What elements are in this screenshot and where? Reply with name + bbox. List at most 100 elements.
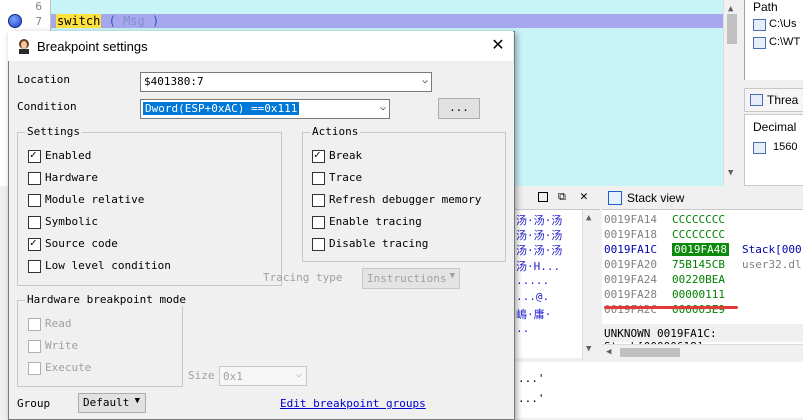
stack-view-header[interactable]: Stack view xyxy=(602,187,803,210)
low-level-condition-label[interactable]: Low level condition xyxy=(45,259,171,272)
refresh-memory-label[interactable]: Refresh debugger memory xyxy=(329,193,481,206)
stack-value: 00000111 xyxy=(672,288,725,301)
enabled-label[interactable]: Enabled xyxy=(45,149,91,162)
dropdown-arrow-icon: ▼ xyxy=(449,271,455,281)
scroll-thumb[interactable] xyxy=(727,14,737,44)
close-button[interactable]: ✕ xyxy=(488,37,508,55)
module-icon xyxy=(753,19,766,31)
path-item[interactable]: C:\WT xyxy=(769,36,800,48)
chevron-down-icon: ⌵ xyxy=(295,369,302,380)
condition-value[interactable]: Dword(ESP+0xAC) ==0x111 xyxy=(143,102,300,115)
threads-list[interactable]: Decimal 1560 xyxy=(744,114,803,186)
execute-label: Execute xyxy=(45,361,92,374)
stack-comment: Stack[000 xyxy=(742,243,802,256)
execute-checkbox[interactable] xyxy=(28,362,41,375)
hardware-label[interactable]: Hardware xyxy=(45,171,98,184)
scroll-down-icon[interactable]: ▼ xyxy=(728,168,733,178)
location-combo[interactable]: $401380:7 ⌵ xyxy=(140,72,432,92)
thread-id[interactable]: 1560 xyxy=(773,141,797,153)
break-checkbox[interactable]: ✓ xyxy=(312,149,325,163)
breakpoint-icon[interactable] xyxy=(8,14,22,28)
disable-tracing-label[interactable]: Disable tracing xyxy=(329,237,428,250)
hex-line: 汤·H... xyxy=(516,260,561,273)
tracing-type-label: Tracing type xyxy=(263,271,343,284)
code-paren: ( xyxy=(108,14,116,28)
ida-logo-icon xyxy=(16,38,32,54)
stack-address: 0019FA20 xyxy=(604,258,657,271)
stack-value: 0019FA48 xyxy=(672,243,729,256)
path-item[interactable]: C:\Us xyxy=(769,18,797,30)
stack-horizontal-scrollbar[interactable]: ◀ xyxy=(602,344,803,361)
stack-address: 0019FA28 xyxy=(604,288,657,301)
stack-value: 00220BEA xyxy=(672,273,725,286)
disable-tracing-checkbox[interactable] xyxy=(312,238,325,251)
enabled-checkbox[interactable]: ✓ xyxy=(28,149,41,163)
stack-value: 000003E9 xyxy=(672,303,725,316)
edit-breakpoint-groups-link[interactable]: Edit breakpoint groups xyxy=(280,397,426,410)
hardware-checkbox[interactable] xyxy=(28,172,41,185)
stack-view-icon xyxy=(608,191,622,205)
output-pane: ...' ...' xyxy=(514,362,803,418)
trace-label[interactable]: Trace xyxy=(329,171,362,184)
break-label[interactable]: Break xyxy=(329,149,362,162)
stack-value: 75B145CB xyxy=(672,258,725,271)
hex-line: ...@. xyxy=(516,290,550,303)
hex-line: 嶋·庸· xyxy=(516,308,552,321)
stack-address: 0019FA14 xyxy=(604,213,657,226)
hex-line: .. xyxy=(516,322,530,335)
scroll-down-icon[interactable]: ▼ xyxy=(586,344,591,354)
tracing-type-value: Instructions xyxy=(367,272,447,285)
scroll-left-icon[interactable]: ◀ xyxy=(606,347,611,357)
stack-address: 0019FA24 xyxy=(604,273,657,286)
read-label: Read xyxy=(45,317,72,330)
chevron-down-icon[interactable]: ⌵ xyxy=(380,102,386,113)
symbolic-checkbox[interactable] xyxy=(28,216,41,229)
group-value: Default xyxy=(83,396,130,409)
scroll-up-icon[interactable]: ▲ xyxy=(728,4,733,14)
hex-line: 汤·汤·汤 xyxy=(516,214,563,227)
enable-tracing-label[interactable]: Enable tracing xyxy=(329,215,422,228)
group-select[interactable]: Default ▼ xyxy=(78,393,146,413)
stack-address: 0019FA1C xyxy=(604,243,657,256)
module-relative-checkbox[interactable] xyxy=(28,194,41,207)
chevron-down-icon[interactable]: ⌵ xyxy=(422,75,428,86)
write-checkbox[interactable] xyxy=(28,340,41,353)
condition-combo[interactable]: Dword(ESP+0xAC) ==0x111 ⌵ xyxy=(140,99,390,119)
tracing-type-select[interactable]: Instructions ▼ xyxy=(362,268,460,289)
refresh-memory-checkbox[interactable] xyxy=(312,194,325,207)
stack-value: CCCCCCCC xyxy=(672,228,725,241)
settings-group-title: Settings xyxy=(25,125,82,138)
enable-tracing-checkbox[interactable] xyxy=(312,216,325,229)
float-icon[interactable]: ⧉ xyxy=(558,190,566,204)
condition-label: Condition xyxy=(17,100,77,113)
trace-checkbox[interactable] xyxy=(312,172,325,185)
size-label: Size xyxy=(188,369,215,382)
source-code-label[interactable]: Source code xyxy=(45,237,118,250)
hex-view-scrollbar[interactable]: ▲ ▼ xyxy=(582,210,599,360)
dialog-title: Breakpoint settings xyxy=(37,39,148,54)
scroll-up-icon[interactable]: ▲ xyxy=(586,213,591,223)
decimal-column-header[interactable]: Decimal xyxy=(753,120,796,134)
size-value: 0x1 xyxy=(223,370,243,383)
restore-icon[interactable] xyxy=(538,192,548,202)
read-checkbox[interactable] xyxy=(28,318,41,331)
source-code-checkbox[interactable]: ✓ xyxy=(28,237,41,251)
annotation-underline xyxy=(604,306,738,309)
code-variable: Msg xyxy=(123,14,145,28)
threads-pane-header[interactable]: Threa xyxy=(744,88,803,112)
group-label: Group xyxy=(17,397,51,410)
editor-scrollbar[interactable]: ▲ ▼ xyxy=(723,0,741,186)
symbolic-label[interactable]: Symbolic xyxy=(45,215,98,228)
scroll-thumb[interactable] xyxy=(620,348,680,357)
modules-pane: Path C:\Us C:\WT xyxy=(744,0,803,80)
threads-title: Threa xyxy=(767,93,799,107)
hex-view-header: ⧉ ✕ xyxy=(514,187,600,210)
stack-comment: user32.dl xyxy=(742,258,802,271)
code-line[interactable]: switch ( Msg ) xyxy=(56,14,159,28)
stack-address: 0019FA2C xyxy=(604,303,657,316)
close-icon[interactable]: ✕ xyxy=(580,189,588,204)
condition-editor-button[interactable]: ... xyxy=(438,98,480,119)
size-select[interactable]: 0x1 ⌵ xyxy=(219,366,307,386)
module-relative-label[interactable]: Module relative xyxy=(45,193,144,206)
low-level-condition-checkbox[interactable] xyxy=(28,260,41,273)
